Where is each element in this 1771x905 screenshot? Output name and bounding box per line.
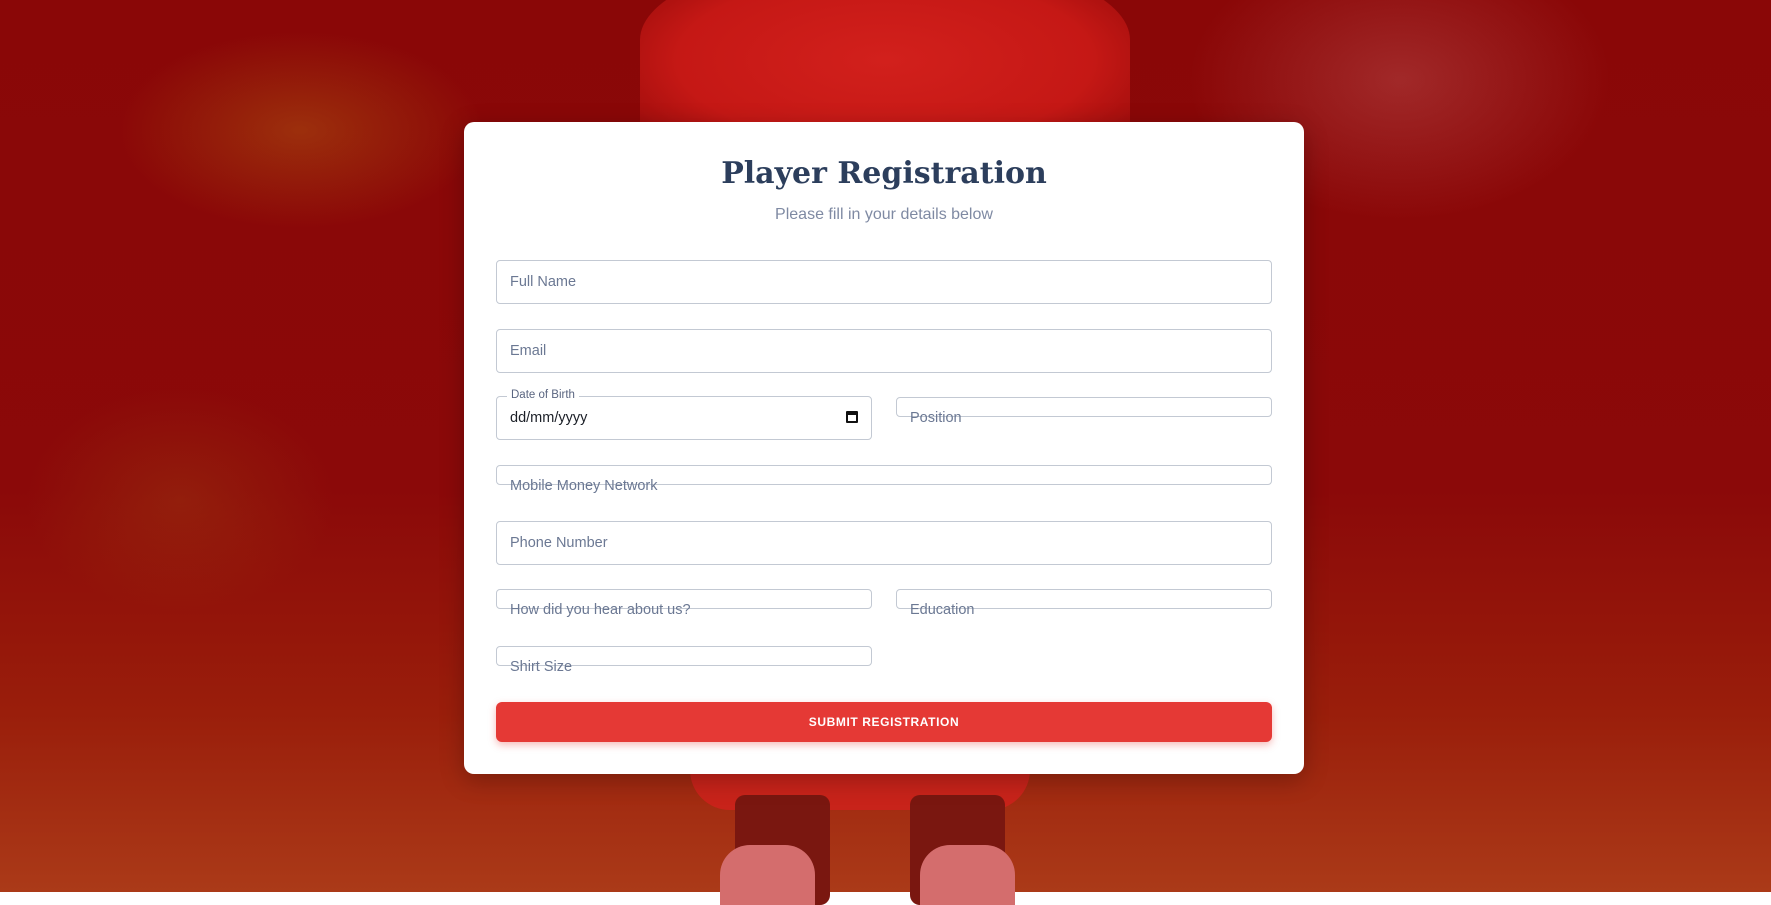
education-placeholder: Education — [910, 602, 975, 618]
position-placeholder: Position — [910, 410, 962, 426]
shirt-size-placeholder: Shirt Size — [510, 659, 573, 675]
hear-about-us-placeholder: How did you hear about us? — [510, 602, 691, 618]
page-subtitle: Please fill in your details below — [775, 206, 993, 223]
mobile-money-network-select[interactable]: Mobile Money Network — [496, 465, 1272, 494]
email-placeholder: Email — [510, 343, 547, 359]
submit-registration-button[interactable]: SUBMIT REGISTRATION — [496, 702, 1272, 742]
mobile-money-network-placeholder: Mobile Money Network — [510, 478, 658, 494]
phone-number-placeholder: Phone Number — [510, 535, 608, 551]
email-input[interactable]: Email — [496, 329, 1272, 373]
registration-card: Player Registration Please fill in your … — [464, 122, 1304, 774]
full-name-placeholder: Full Name — [510, 274, 577, 290]
shirt-size-select[interactable]: Shirt Size — [496, 646, 872, 675]
hear-about-us-select[interactable]: How did you hear about us? — [496, 589, 872, 618]
calendar-icon[interactable] — [846, 411, 858, 423]
date-of-birth-label: Date of Birth — [507, 389, 579, 401]
page-title: Player Registration — [721, 156, 1047, 191]
education-select[interactable]: Education — [896, 589, 1272, 618]
phone-number-input[interactable]: Phone Number — [496, 521, 1272, 565]
full-name-input[interactable]: Full Name — [496, 260, 1272, 304]
date-of-birth-input[interactable]: Date of Birth dd/mm/yyyy — [496, 389, 872, 440]
player-sock-left — [720, 845, 815, 905]
date-of-birth-value: dd/mm/yyyy — [510, 410, 588, 426]
player-sock-right — [920, 845, 1015, 905]
position-select[interactable]: Position — [896, 397, 1272, 426]
